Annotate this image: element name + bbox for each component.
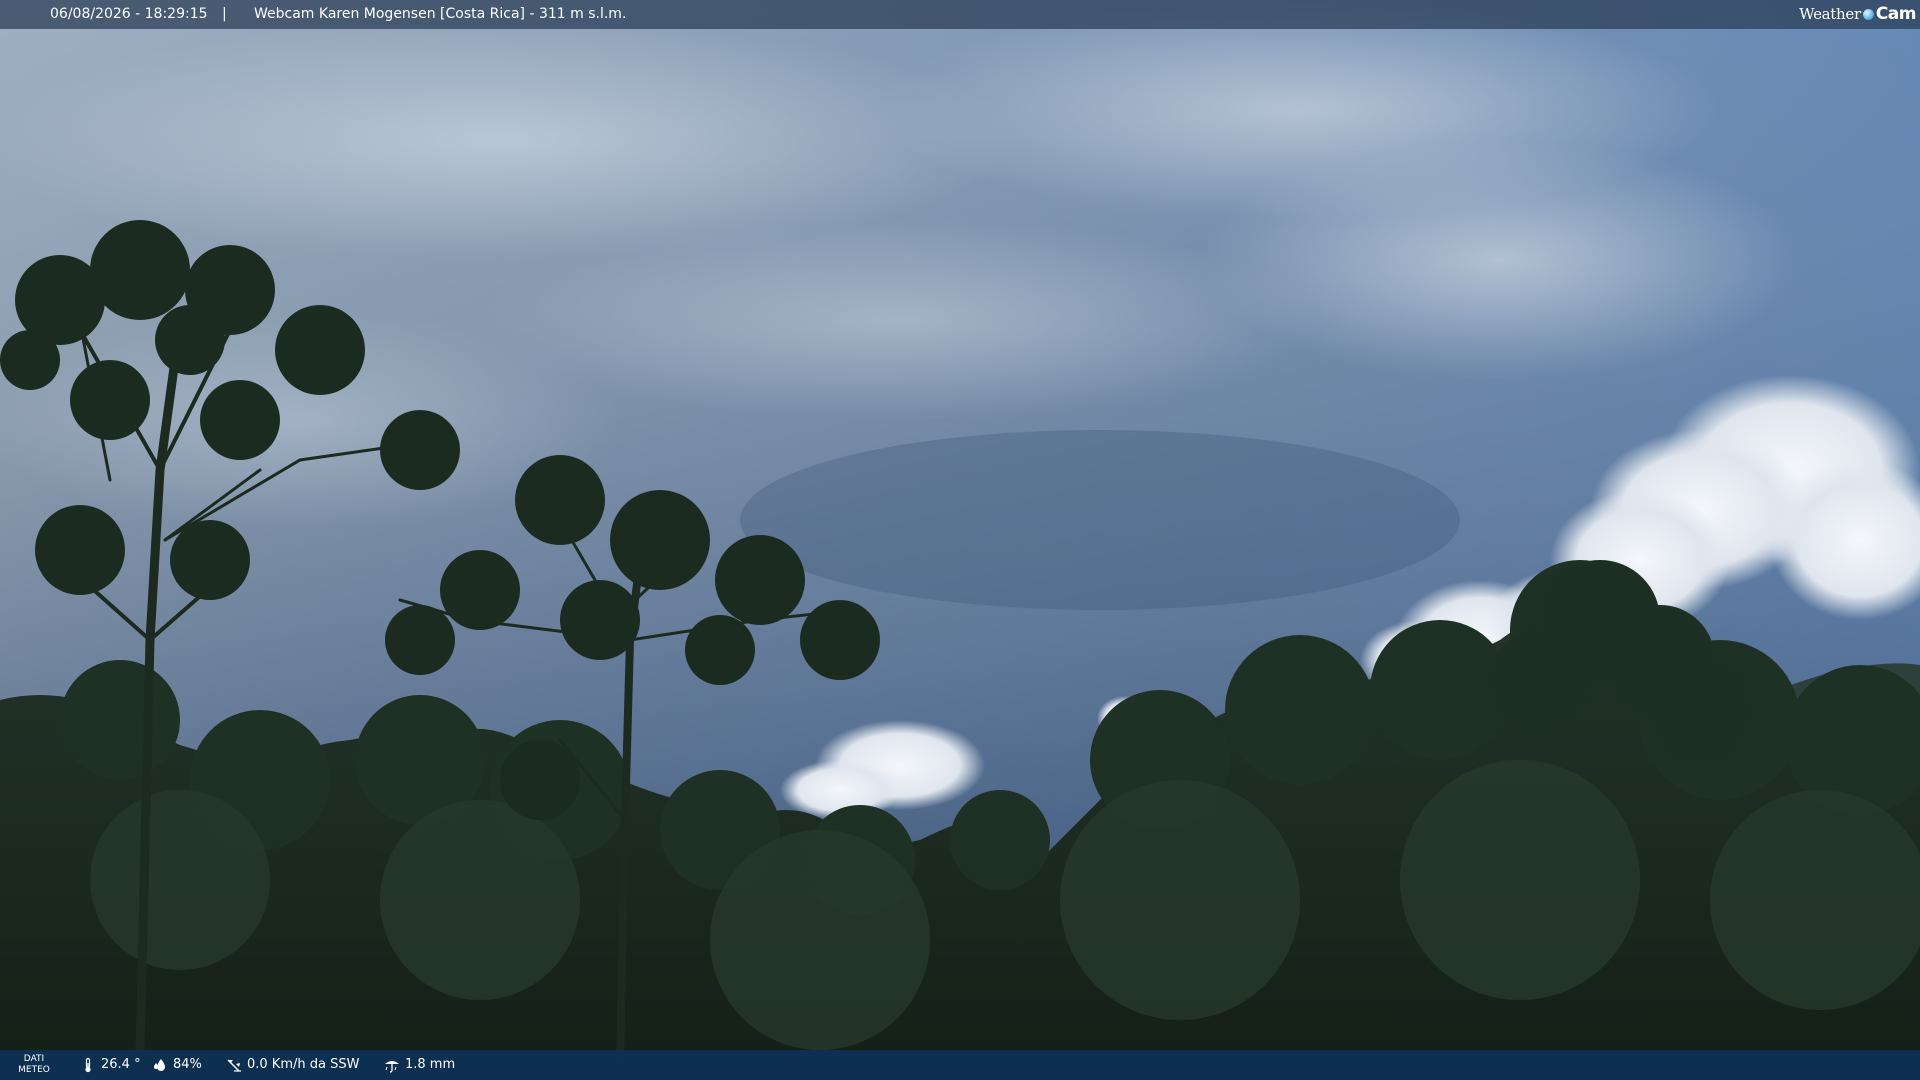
- weather-data-label-line1: DATI: [23, 1054, 45, 1064]
- weather-data-label: DATI METEO: [14, 1054, 54, 1076]
- weathercam-logo: Weather Cam: [1799, 3, 1916, 25]
- webcam-scene: [0, 0, 1920, 1080]
- rain-value: 1.8 mm: [405, 1057, 456, 1072]
- title-separator: |: [222, 6, 227, 22]
- thermometer-icon: [85, 1057, 91, 1073]
- landscape-illustration: [0, 0, 1920, 1080]
- logo-cam-text: Cam: [1875, 4, 1917, 24]
- top-overlay-bar: 06/08/2026 - 18:29:15 | Webcam Karen Mog…: [0, 0, 1920, 29]
- weather-data-bar: DATI METEO 26.4 ° 84% 0.0 Km/h da SSW 1.…: [0, 1050, 1920, 1080]
- camera-title: Webcam Karen Mogensen [Costa Rica] - 311…: [254, 6, 627, 22]
- humidity-value: 84%: [173, 1057, 202, 1072]
- temperature-reading: 26.4 °: [80, 1050, 141, 1080]
- logo-weather-text: Weather: [1799, 5, 1861, 23]
- temperature-value: 26.4 °: [101, 1057, 141, 1072]
- rain-gauge-icon: [385, 1061, 399, 1073]
- droplets-icon: [154, 1059, 165, 1071]
- wind-value: 0.0 Km/h da SSW: [247, 1057, 360, 1072]
- wind-vane-icon: [227, 1059, 241, 1072]
- logo-globe-icon: [1862, 8, 1874, 20]
- wind-reading: 0.0 Km/h da SSW: [226, 1050, 359, 1080]
- rain-reading: 1.8 mm: [384, 1050, 455, 1080]
- timestamp: 06/08/2026 - 18:29:15: [50, 6, 208, 22]
- weather-data-label-line2: METEO: [18, 1065, 50, 1075]
- humidity-reading: 84%: [152, 1050, 202, 1080]
